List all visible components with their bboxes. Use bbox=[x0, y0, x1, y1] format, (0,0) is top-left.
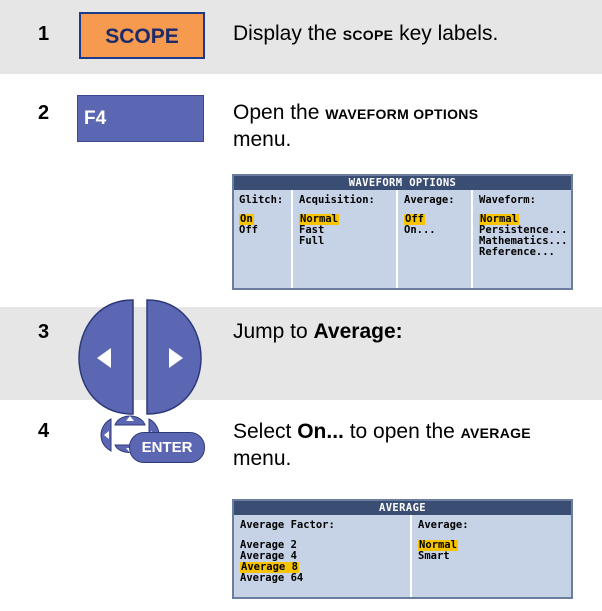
waveform-options-menu: WAVEFORM OPTIONS Glitch: On Off Acquisit… bbox=[232, 174, 573, 290]
step-3-row: 3 Jump to Average: bbox=[0, 299, 602, 415]
menu-option[interactable]: Reference... bbox=[479, 247, 555, 258]
column-header: Glitch: bbox=[239, 194, 284, 206]
scope-key[interactable]: SCOPE bbox=[79, 12, 205, 59]
menu-option[interactable]: Off bbox=[239, 225, 258, 236]
column-header: Average: bbox=[404, 194, 455, 206]
menu-option[interactable]: Smart bbox=[418, 551, 450, 562]
step-number: 3 bbox=[38, 321, 50, 343]
menu-option[interactable]: Average 64 bbox=[240, 573, 303, 584]
left-right-arrow-buttons bbox=[78, 299, 202, 415]
step-number: 4 bbox=[38, 420, 50, 442]
column-header: Waveform: bbox=[479, 194, 536, 206]
column-header: Average: bbox=[418, 519, 469, 531]
column-header: Acquisition: bbox=[299, 194, 375, 206]
waveform-column: Waveform: Normal Persistence... Mathemat… bbox=[473, 190, 571, 288]
menu-option[interactable]: On... bbox=[404, 225, 436, 236]
step-description: Select On... to open the AVERAGE menu. bbox=[233, 420, 531, 470]
menu-title: WAVEFORM OPTIONS bbox=[234, 176, 571, 190]
glitch-column: Glitch: On Off bbox=[234, 190, 293, 288]
step-number: 1 bbox=[38, 23, 50, 45]
column-header: Average Factor: bbox=[240, 519, 335, 531]
enter-button-icon[interactable]: ENTER bbox=[129, 432, 205, 463]
acquisition-column: Acquisition: Normal Fast Full bbox=[293, 190, 398, 288]
left-arrow-button-icon[interactable] bbox=[78, 299, 134, 415]
step-2-row: 2 F4 Open the WAVEFORM OPTIONS menu. WAVE… bbox=[0, 77, 602, 304]
step-description: Open the WAVEFORM OPTIONS menu. bbox=[233, 101, 479, 151]
step-number: 2 bbox=[38, 102, 50, 124]
step-description: Jump to Average: bbox=[233, 320, 403, 343]
average-menu: AVERAGE Average Factor: Average 2 Averag… bbox=[232, 499, 573, 599]
step-4-row: 4 ENTER Select On... to open the AVERAGE… bbox=[0, 403, 602, 611]
right-arrow-button-icon[interactable] bbox=[146, 299, 202, 415]
average-mode-column: Average: Normal Smart bbox=[412, 515, 571, 597]
average-factor-column: Average Factor: Average 2 Average 4 Aver… bbox=[234, 515, 412, 597]
menu-title: AVERAGE bbox=[234, 501, 571, 515]
step-1-row: 1 SCOPE Display the SCOPE key labels. bbox=[0, 0, 602, 74]
f4-key[interactable]: F4 bbox=[77, 95, 204, 142]
average-column: Average: Off On... bbox=[398, 190, 473, 288]
step-description: Display the SCOPE key labels. bbox=[233, 22, 499, 45]
menu-option[interactable]: Full bbox=[299, 236, 324, 247]
